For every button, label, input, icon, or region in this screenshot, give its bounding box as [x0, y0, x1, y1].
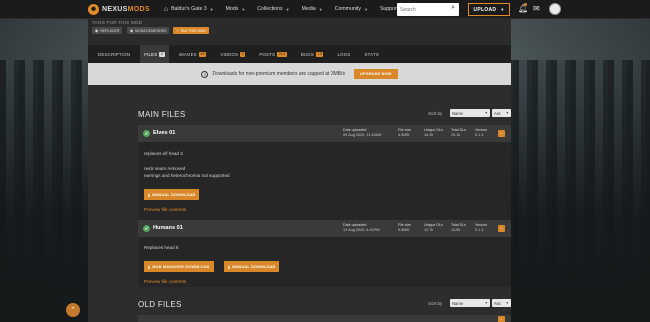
tab-posts[interactable]: POSTS 213: [255, 45, 291, 63]
file-name: Elves 01: [153, 130, 176, 136]
tag-icon: ◆: [95, 28, 99, 33]
chevron-down-icon: ▼: [500, 7, 505, 12]
mod-header: TAGS FOR THIS MOD ◆ REPLACER ◆ MODELS/MESH…: [88, 19, 511, 45]
tab-description[interactable]: DESCRIPTION: [94, 45, 134, 63]
search-icon[interactable]: ⌕: [451, 4, 455, 12]
game-selector[interactable]: ⌂ Baldur's Gate 3 ▼: [164, 6, 214, 13]
tag-this-mod-button[interactable]: + TAG THIS MOD: [173, 27, 209, 34]
mod-manager-download-button[interactable]: ⤓ MOD MANAGER DOWNLOAD: [144, 261, 214, 272]
home-icon: ⌂: [163, 5, 169, 13]
tab-count: 0: [240, 51, 246, 57]
sort-field-select[interactable]: Name ▼: [450, 299, 490, 307]
stat-size: File size 9.5MB: [398, 222, 412, 233]
tab-count: 48: [198, 51, 207, 57]
chevron-down-icon: ▼: [484, 301, 488, 305]
old-files-title: OLD FILES: [138, 300, 182, 309]
sort-order-select[interactable]: Asc ▼: [492, 109, 511, 117]
tab-bugs[interactable]: BUGS 10: [297, 45, 328, 63]
file-header-elves[interactable]: ✔ Elves 01 Date uploaded 09 Aug 2020, 11:…: [138, 125, 511, 142]
check-circle-icon: ✔: [143, 130, 150, 137]
old-file-header[interactable]: −: [138, 315, 511, 322]
back-to-top-button[interactable]: ⌃: [66, 303, 80, 317]
nexus-logo-icon: ✺: [88, 3, 99, 15]
sort-order-select[interactable]: Asc ▼: [492, 299, 511, 307]
avatar[interactable]: [549, 3, 561, 15]
file-body-elves: replaces elf head 3 neck seam removed ea…: [138, 142, 511, 220]
chevron-down-icon: ▼: [318, 6, 323, 12]
tab-count: 2: [159, 51, 165, 57]
stat-unique: Unique DLs 16.2k: [424, 127, 443, 138]
stat-date: Date uploaded 09 Aug 2020, 11:15AM: [343, 127, 382, 138]
tag-models-meshes[interactable]: ◆ MODELS/MESHES: [127, 27, 170, 34]
download-icon: ⤓: [148, 192, 151, 197]
tab-files[interactable]: FILES 2: [140, 45, 169, 63]
chevron-down-icon: ▼: [505, 301, 509, 305]
search-box: ⌕: [397, 3, 459, 16]
file-name: Humans 01: [153, 225, 183, 231]
stat-total: Total DLs 20.1k: [451, 127, 466, 138]
logo-text: NEXUSMODS: [102, 5, 150, 13]
stat-unique: Unique DLs 12.7k: [424, 222, 443, 233]
tab-count: 10: [316, 51, 324, 57]
mail-icon[interactable]: ✉: [533, 4, 540, 14]
chevron-down-icon: ▼: [505, 111, 509, 115]
bell-icon[interactable]: 🔔︎: [518, 4, 528, 14]
nav-community[interactable]: Community ▼: [335, 6, 368, 12]
file-description: neck seam removed: [144, 166, 186, 171]
download-cap-notice: i Downloads for non-premium members are …: [88, 63, 511, 85]
file-description: Replaces head 6: [144, 245, 179, 250]
file-body-humans: Replaces head 6 ⤓ MOD MANAGER DOWNLOAD ⤓ M…: [138, 237, 511, 287]
sort-label: Sort by: [428, 111, 443, 116]
chevron-down-icon: ▼: [285, 6, 290, 12]
tag-replacer[interactable]: ◆ REPLACER: [92, 27, 123, 34]
main-files-title: MAIN FILES: [138, 110, 186, 119]
file-description: earrings and heterochromia not supported: [144, 173, 230, 178]
tags-title: TAGS FOR THIS MOD: [92, 20, 143, 25]
preview-file-contents-link[interactable]: Preview file contents: [144, 279, 186, 284]
manual-download-button[interactable]: ⤓ MANUAL DOWNLOAD: [224, 261, 280, 272]
download-icon: ⤓: [148, 264, 151, 269]
arrow-up-icon: ⌃: [70, 307, 76, 314]
tab-images[interactable]: IMAGES 48: [175, 45, 211, 63]
file-description: replaces elf head 3: [144, 151, 183, 156]
stat-size: File size 4.5MB: [398, 127, 412, 138]
upload-button[interactable]: UPLOAD ▼: [468, 3, 510, 16]
search-input[interactable]: [400, 4, 448, 15]
collapse-toggle[interactable]: −: [498, 130, 505, 137]
files-panel: MAIN FILES Sort by Name ▼ Asc ▼ ✔ Elves 01…: [88, 85, 511, 322]
plus-icon: +: [176, 28, 179, 33]
game-name: Baldur's Gate 3: [171, 6, 207, 12]
notice-text: Downloads for non-premium members are ca…: [212, 71, 346, 77]
check-circle-icon: ✔: [143, 225, 150, 232]
chevron-down-icon: ▼: [209, 6, 214, 12]
info-icon: i: [201, 70, 209, 78]
sort-label: Sort by: [428, 301, 443, 306]
site-logo[interactable]: ✺ NEXUSMODS: [88, 3, 150, 15]
sort-field-select[interactable]: Name ▼: [450, 109, 490, 117]
mod-tabs: DESCRIPTION FILES 2 IMAGES 48 VIDEOS 0 POST…: [88, 45, 511, 63]
download-icon: ⤓: [228, 264, 231, 269]
upgrade-now-button[interactable]: UPGRADE NOW: [354, 69, 398, 79]
nav-media[interactable]: Media ▼: [302, 6, 323, 12]
manual-download-button[interactable]: ⤓ MANUAL DOWNLOAD: [144, 189, 200, 200]
notification-dot: [524, 3, 527, 6]
stat-total: Total DLs 14.9k: [451, 222, 466, 233]
file-header-humans[interactable]: ✔ Humans 01 Date uploaded 13 Aug 2020, 4:…: [138, 220, 511, 237]
tab-logs[interactable]: LOGS: [333, 45, 354, 63]
tag-icon: ◆: [130, 28, 134, 33]
nav-mods[interactable]: Mods ▼: [226, 6, 246, 12]
stat-version: Version 0.1.1: [475, 127, 487, 138]
collapse-toggle[interactable]: −: [498, 316, 505, 322]
chevron-down-icon: ▼: [241, 6, 246, 12]
tab-count: 213: [277, 51, 287, 57]
tab-videos[interactable]: VIDEOS 0: [216, 45, 249, 63]
chevron-down-icon: ▼: [363, 6, 368, 12]
stat-version: Version 0.1.1: [475, 222, 487, 233]
collapse-toggle[interactable]: −: [498, 225, 505, 232]
chevron-down-icon: ▼: [484, 111, 488, 115]
stat-date: Date uploaded 13 Aug 2020, 4:41PM: [343, 222, 380, 233]
tab-stats[interactable]: STATS: [360, 45, 383, 63]
nav-collections[interactable]: Collections ▼: [257, 6, 289, 12]
preview-file-contents-link[interactable]: Preview file contents: [144, 207, 186, 212]
